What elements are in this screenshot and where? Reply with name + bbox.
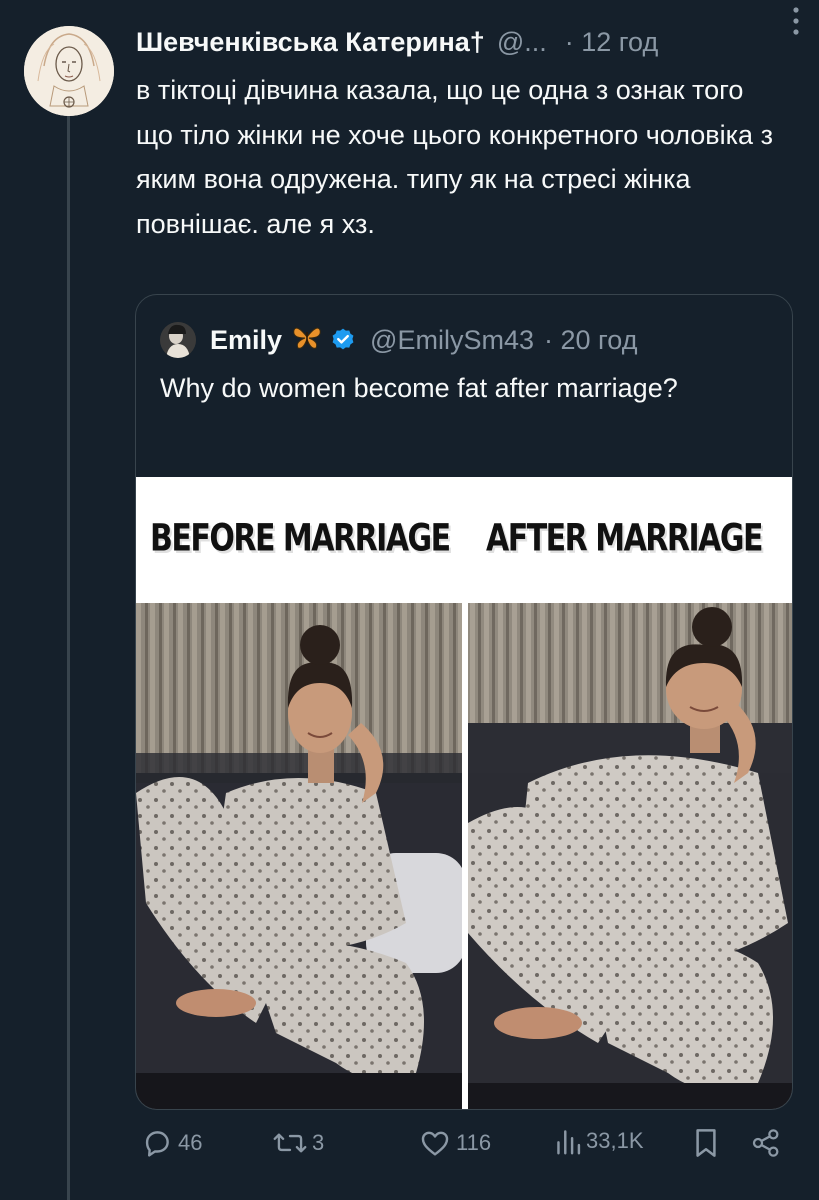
verified-badge-icon <box>330 327 356 353</box>
like-button[interactable]: 116 <box>414 1126 491 1160</box>
author-handle[interactable]: @... <box>497 27 547 58</box>
butterfly-icon <box>292 324 322 357</box>
after-photo <box>468 603 792 1109</box>
quoted-tweet-timestamp[interactable]: · 20 год <box>544 325 637 356</box>
more-icon[interactable] <box>791 4 801 38</box>
meme-image[interactable]: BEFORE MARRIAGE AFTER MARRIAGE <box>136 477 792 1109</box>
reply-icon <box>140 1126 174 1160</box>
views-button[interactable]: 33,1K <box>550 1126 644 1156</box>
quoted-author-avatar[interactable] <box>160 322 196 358</box>
quoted-author-handle[interactable]: @EmilySm43 <box>370 325 534 356</box>
author-display-name[interactable]: Шевченківська Катерина† <box>136 27 485 58</box>
views-icon <box>554 1126 582 1156</box>
reply-count: 46 <box>178 1130 203 1155</box>
author-avatar[interactable] <box>24 26 114 116</box>
before-photo <box>136 603 462 1109</box>
quoted-tweet-header: Emily @EmilySm43 · 20 год <box>160 321 637 359</box>
tweet-timestamp[interactable]: · 12 год <box>565 27 658 58</box>
retweet-count: 3 <box>312 1130 325 1155</box>
tweet[interactable]: Шевченківська Катерина† @... · 12 год в … <box>0 0 819 1200</box>
tweet-header: Шевченківська Катерина† @... · 12 год <box>136 22 799 62</box>
tweet-action-bar: 46 3 116 33,1K <box>136 1126 796 1166</box>
meme-caption-bar: BEFORE MARRIAGE AFTER MARRIAGE <box>136 477 792 603</box>
views-count: 33,1K <box>586 1128 644 1153</box>
meme-label-before: BEFORE MARRIAGE <box>150 516 451 561</box>
retweet-icon <box>272 1126 308 1160</box>
like-icon <box>418 1126 452 1160</box>
share-icon <box>750 1126 782 1160</box>
quoted-tweet-text: Why do women become fat after marriage? <box>160 373 678 403</box>
quoted-tweet[interactable]: Emily @EmilySm43 · 20 год Why do women b… <box>135 294 793 1110</box>
tweet-text: в тіктоці дівчина казала, що це одна з о… <box>136 75 773 239</box>
reply-button[interactable]: 46 <box>136 1126 202 1160</box>
bookmark-button[interactable] <box>688 1126 720 1160</box>
like-count: 116 <box>456 1130 492 1155</box>
retweet-button[interactable]: 3 <box>268 1126 324 1160</box>
thread-line <box>67 110 70 1200</box>
bookmark-icon <box>692 1126 720 1160</box>
quoted-author-display-name[interactable]: Emily <box>210 325 282 356</box>
meme-label-after: AFTER MARRIAGE <box>486 516 763 561</box>
share-button[interactable] <box>746 1126 782 1160</box>
